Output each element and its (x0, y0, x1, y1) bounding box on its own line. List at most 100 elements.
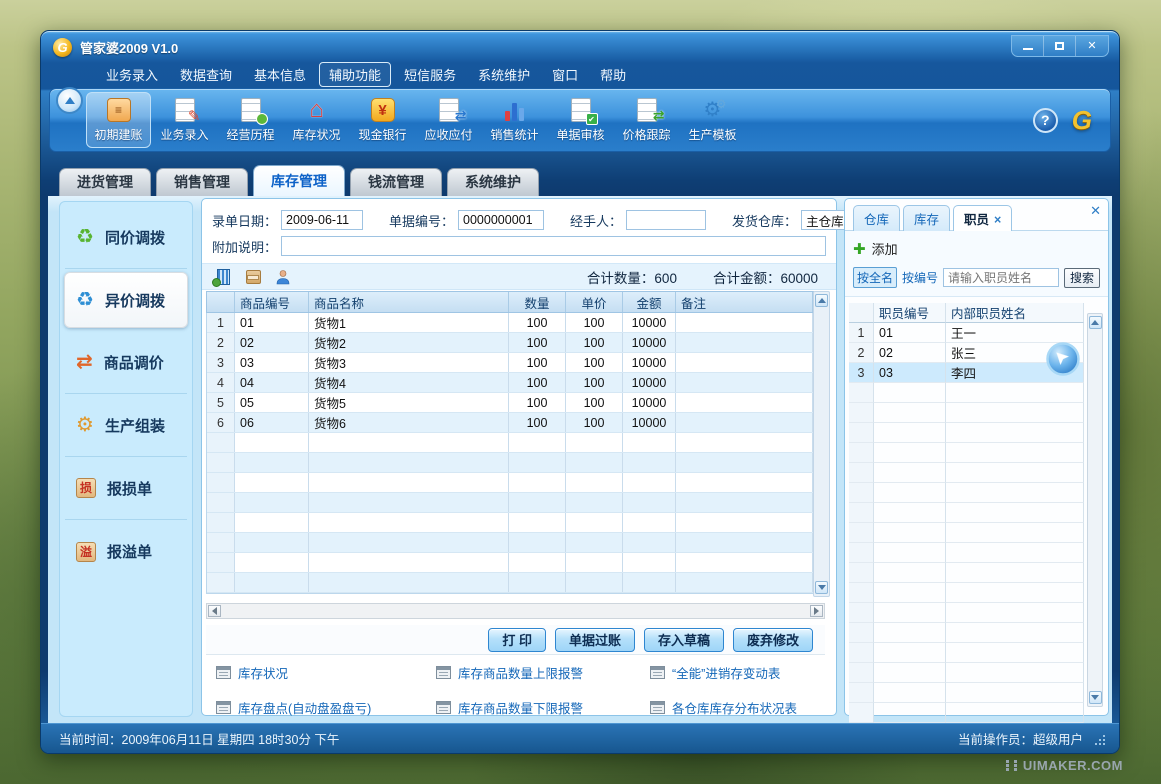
menu-item-sms-service[interactable]: 短信服务 (395, 63, 465, 86)
toolbar-initial-setup[interactable]: ≡ 初期建账 (86, 92, 151, 148)
goods-crate-icon[interactable] (244, 268, 262, 286)
add-employee-button[interactable]: 添加 (872, 239, 898, 258)
toolbar-price-track[interactable]: ⇄ 价格跟踪 (614, 92, 679, 148)
arrow-down-icon (1091, 695, 1099, 700)
menu-item-window[interactable]: 窗口 (543, 63, 587, 86)
panel-close-button[interactable]: ✕ (1090, 203, 1101, 219)
employee-row[interactable]: 101王一 (849, 323, 1084, 343)
warehouse-label: 发货仓库： (732, 211, 797, 230)
table-row-empty (207, 453, 813, 473)
scroll-up-button[interactable] (1089, 316, 1102, 329)
menu-item-business-entry[interactable]: 业务录入 (97, 63, 167, 86)
tab-stock[interactable]: 库存 (903, 205, 950, 231)
tab-cashflow[interactable]: 钱流管理 (350, 168, 442, 196)
employee-row-empty (849, 623, 1084, 643)
employee-person-icon[interactable] (274, 268, 292, 286)
arrow-up-icon (1091, 320, 1099, 325)
menu-item-basic-info[interactable]: 基本信息 (245, 63, 315, 86)
menu-item-data-query[interactable]: 数据查询 (171, 63, 241, 86)
table-row[interactable]: 404货物410010010000 (207, 373, 813, 393)
sales-chart-icon (505, 99, 524, 121)
filter-by-code-toggle[interactable]: 按编号 (902, 269, 938, 286)
table-row[interactable]: 303货物310010010000 (207, 353, 813, 373)
table-row[interactable]: 606货物610010010000 (207, 413, 813, 433)
toolbar-collapse-button[interactable] (56, 87, 83, 114)
link-lower-limit-alert[interactable]: 库存商品数量下限报警 (436, 698, 650, 717)
date-input[interactable] (281, 210, 363, 230)
total-qty: 合计数量：600 (587, 267, 677, 287)
close-button[interactable]: ✕ (1076, 36, 1108, 56)
handler-input[interactable] (626, 210, 706, 230)
tab-purchase[interactable]: 进货管理 (59, 168, 151, 196)
scroll-left-button[interactable] (208, 605, 221, 617)
tab-close-icon[interactable]: × (994, 213, 1001, 227)
toolbar-audit[interactable]: ✔ 单据审核 (548, 92, 613, 148)
tab-inventory[interactable]: 库存管理 (253, 165, 345, 196)
sidebar-item-loss-report[interactable]: 损 报损单 (65, 457, 187, 520)
toolbar-production-template[interactable]: ⚙⚙ 生产模板 (680, 92, 745, 148)
table-row[interactable]: 202货物210010010000 (207, 333, 813, 353)
action-button-row: 打 印 单据过账 存入草稿 废弃修改 (206, 625, 825, 655)
voucher-no-input[interactable] (458, 210, 544, 230)
warehouse-building-icon[interactable] (214, 268, 232, 286)
sidebar-item-same-price-transfer[interactable]: ♻ 同价调拨 (65, 206, 187, 269)
total-amount: 合计金额：60000 (713, 267, 818, 287)
employee-search-input[interactable] (943, 268, 1059, 287)
toolbar-history[interactable]: 经营历程 (218, 92, 283, 148)
link-warehouse-distribution[interactable]: 各仓库库存分布状况表 (650, 698, 824, 717)
note-input[interactable] (281, 236, 826, 256)
maximize-button[interactable] (1044, 36, 1076, 56)
toolbar-business-entry[interactable]: ✎ 业务录入 (152, 92, 217, 148)
scroll-right-button[interactable] (810, 605, 823, 617)
sidebar-item-overflow-report[interactable]: 溢 报溢单 (65, 520, 187, 583)
sidebar-item-assembly[interactable]: ⚙ 生产组装 (65, 394, 187, 457)
table-row[interactable]: 505货物510010010000 (207, 393, 813, 413)
tab-warehouse[interactable]: 仓库 (853, 205, 900, 231)
arrow-down-icon (818, 585, 826, 590)
toolbar-cash-bank[interactable]: ¥ 现金银行 (350, 92, 415, 148)
link-upper-limit-alert[interactable]: 库存商品数量上限报警 (436, 663, 650, 682)
arrow-right-icon (814, 607, 819, 615)
employee-table-header: 职员编号 内部职员姓名 (849, 303, 1084, 323)
tab-employee[interactable]: 职员× (953, 205, 1012, 231)
report-table-icon (650, 701, 665, 714)
toolbar-sales-stats[interactable]: 销售统计 (482, 92, 547, 148)
save-draft-button[interactable]: 存入草稿 (644, 628, 724, 652)
menu-item-help[interactable]: 帮助 (591, 63, 635, 86)
scroll-down-button[interactable] (1089, 691, 1102, 704)
toolbar-payables[interactable]: ⇄ 应收应付 (416, 92, 481, 148)
sidebar-item-diff-price-transfer[interactable]: ♻ 异价调拨 (64, 272, 188, 328)
employee-row-empty (849, 503, 1084, 523)
minimize-icon (1023, 48, 1033, 50)
link-stocktake[interactable]: 库存盘点(自动盘盈盘亏) (216, 698, 436, 717)
print-button[interactable]: 打 印 (488, 628, 546, 652)
arrow-up-icon (818, 298, 826, 303)
resize-grip[interactable] (1093, 733, 1105, 745)
link-stock-status[interactable]: 库存状况 (216, 663, 436, 682)
tab-sales[interactable]: 销售管理 (156, 168, 248, 196)
link-omni-flow-report[interactable]: “全能”进销存变动表 (650, 663, 824, 682)
scroll-up-button[interactable] (815, 294, 828, 307)
post-voucher-button[interactable]: 单据过账 (555, 628, 635, 652)
table-row[interactable]: 101货物110010010000 (207, 313, 813, 333)
employee-row-empty (849, 663, 1084, 683)
vertical-scrollbar[interactable] (813, 291, 830, 597)
discard-changes-button[interactable]: 废弃修改 (733, 628, 813, 652)
scroll-down-button[interactable] (815, 581, 828, 594)
employee-filter-row: 按全名 按编号 搜索 (845, 260, 1108, 297)
horizontal-scrollbar[interactable] (206, 603, 825, 619)
menu-item-aux-functions[interactable]: 辅助功能 (319, 62, 391, 87)
sidebar-item-price-adjust[interactable]: ⇄ 商品调价 (65, 331, 187, 394)
menu-item-system-maintenance[interactable]: 系统维护 (469, 63, 539, 86)
handler-label: 经手人： (570, 211, 622, 230)
title-bar: G 管家婆2009 V1.0 ✕ (41, 31, 1119, 61)
minimize-button[interactable] (1012, 36, 1044, 56)
filter-by-name-toggle[interactable]: 按全名 (853, 267, 897, 288)
tab-maintenance[interactable]: 系统维护 (447, 168, 539, 196)
watermark: UIMAKER.COM (1006, 758, 1123, 773)
toolbar-stock-status[interactable]: ⌂ 库存状况 (284, 92, 349, 148)
employee-row-empty (849, 523, 1084, 543)
help-button[interactable]: ? (1033, 108, 1058, 133)
employee-scrollbar[interactable] (1087, 313, 1103, 707)
search-button[interactable]: 搜索 (1064, 268, 1100, 288)
